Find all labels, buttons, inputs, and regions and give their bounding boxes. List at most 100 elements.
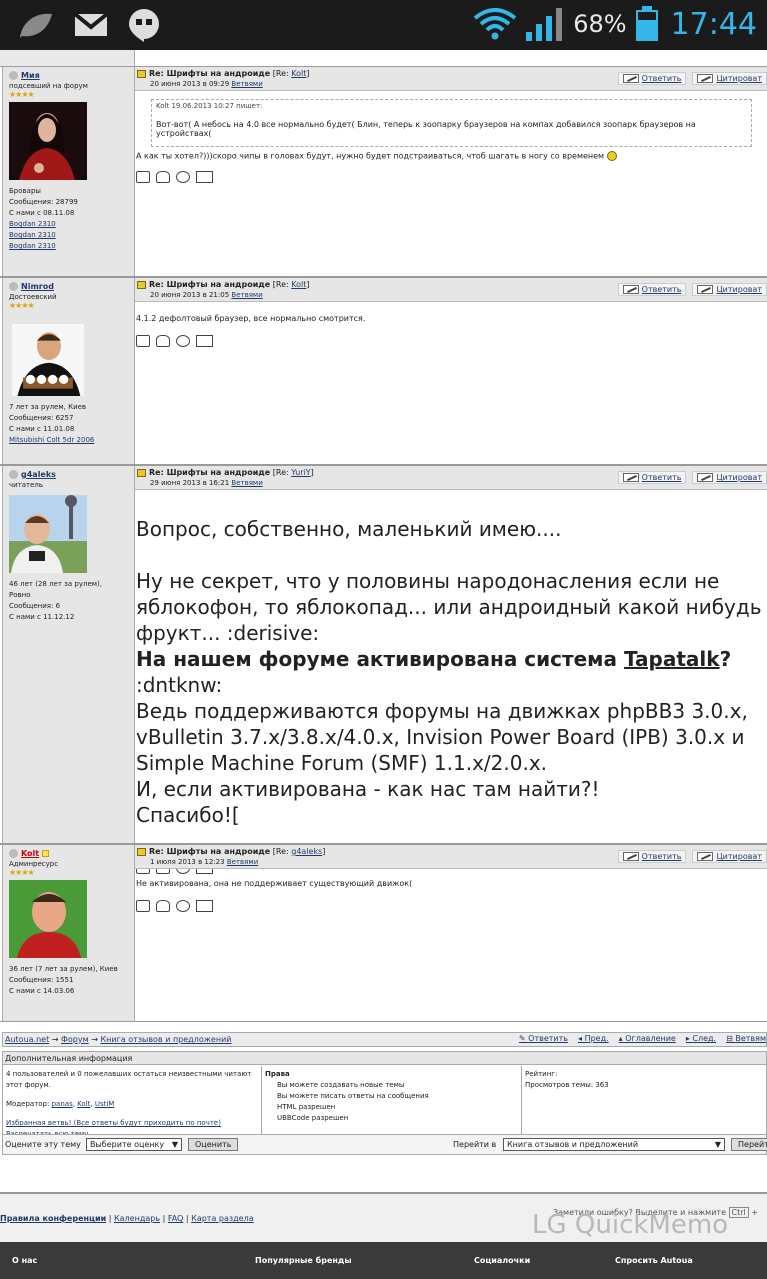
clock: 17:44 bbox=[670, 6, 757, 42]
calendar-link[interactable]: Календарь bbox=[114, 1214, 160, 1223]
post-title: Re: Шрифты на андроиде bbox=[149, 847, 271, 856]
moderator-link[interactable]: panas bbox=[52, 1100, 73, 1108]
hand-icon[interactable] bbox=[156, 171, 170, 183]
car-link[interactable]: Bogdan 2310 bbox=[9, 241, 128, 252]
additional-info: Дополнительная информация 4 пользователе… bbox=[2, 1051, 767, 1155]
footer-brands[interactable]: Популярные бренды bbox=[255, 1256, 352, 1265]
nav-toc-button[interactable]: ▴ Оглавление bbox=[619, 1034, 676, 1043]
reply-icon bbox=[622, 473, 639, 482]
author-meta: 46 лет (28 лет за рулем), Ровно Сообщени… bbox=[9, 580, 103, 621]
nav-prev-button[interactable]: ◂ Пред. bbox=[578, 1034, 609, 1043]
rating-select[interactable]: Выберите оценку ▼ bbox=[86, 1138, 182, 1151]
goto-button[interactable]: Перейт bbox=[731, 1138, 767, 1151]
hangouts-icon bbox=[129, 9, 159, 42]
post-author: g4aleks читатель 46 лет (28 лет за рулем… bbox=[2, 466, 135, 843]
faq-link[interactable]: FAQ bbox=[168, 1214, 184, 1223]
nav-branches-button[interactable]: ⊟ Ветвям bbox=[726, 1034, 766, 1043]
block-icon[interactable] bbox=[176, 900, 190, 912]
favorite-thread-link[interactable]: Избранная ветвь! (Все ответы будут прихо… bbox=[6, 1118, 258, 1129]
footer-ask[interactable]: Спросить Autoua bbox=[615, 1256, 693, 1265]
crumb-site[interactable]: Autoua.net bbox=[5, 1035, 49, 1044]
goto-select[interactable]: Книга отзывов и предложений ▼ bbox=[503, 1138, 725, 1151]
print-icon[interactable] bbox=[136, 171, 150, 183]
branches-link[interactable]: Ветвями bbox=[231, 479, 262, 487]
reply-to-link[interactable]: YuriY bbox=[291, 468, 310, 477]
book-icon bbox=[137, 468, 146, 477]
branches-link[interactable]: Ветвями bbox=[231, 291, 262, 299]
nav-next-button[interactable]: ▸ След. bbox=[686, 1034, 716, 1043]
author-name[interactable]: Nimrod bbox=[21, 282, 54, 291]
window-icon[interactable] bbox=[196, 171, 213, 183]
additional-title: Дополнительная информация bbox=[3, 1052, 766, 1065]
site-footer: О нас Популярные бренды Социалочки Спрос… bbox=[0, 1242, 767, 1279]
crumb-forum[interactable]: Форум bbox=[61, 1035, 89, 1044]
author-name[interactable]: Kolt bbox=[21, 849, 39, 858]
quote-button[interactable]: Цитироват bbox=[692, 471, 767, 484]
quote-icon bbox=[697, 74, 714, 83]
post-author: Kolt Админресурс ★★★★ 36 лет (7 лет за р… bbox=[2, 845, 135, 1021]
reply-button[interactable]: Ответить bbox=[617, 283, 687, 296]
post-1: Мия подсевший на форум ★★★★ Бровары Сооб… bbox=[0, 66, 767, 277]
tree-icon: ⊟ bbox=[726, 1034, 736, 1043]
car-link[interactable]: Mitsubishi Colt 5dr 2006 bbox=[9, 435, 128, 446]
moderator-link[interactable]: Kolt bbox=[77, 1100, 90, 1108]
rank-stars: ★★★★ bbox=[9, 868, 35, 877]
author-name[interactable]: Мия bbox=[21, 71, 40, 80]
post-date: 29 июня 2013 в 16:21 bbox=[150, 479, 230, 487]
book-icon bbox=[137, 847, 146, 856]
post-content: Re: Шрифты на андроиде [Re: Kolt] 20 июн… bbox=[135, 67, 767, 276]
branches-link[interactable]: Ветвями bbox=[231, 80, 262, 88]
post-text: 4.1.2 дефолтовый браузер, все нормально … bbox=[136, 314, 366, 323]
post-title: Re: Шрифты на андроиде bbox=[149, 468, 271, 477]
window-icon[interactable] bbox=[196, 900, 213, 912]
branches-link[interactable]: Ветвями bbox=[227, 858, 258, 866]
admin-icon bbox=[42, 850, 50, 857]
rights-column: Права Вы можете создавать новые темы Вы … bbox=[262, 1066, 522, 1134]
wifi-icon bbox=[473, 8, 517, 40]
author-meta: 7 лет за рулем, Киев Сообщения: 6257 С н… bbox=[9, 402, 128, 446]
smiley-icon bbox=[606, 151, 617, 161]
post-date: 1 июля 2013 в 12:23 bbox=[150, 858, 225, 866]
footer-about[interactable]: О нас bbox=[12, 1256, 37, 1265]
author-name[interactable]: g4aleks bbox=[21, 470, 56, 479]
sitemap-link[interactable]: Карта раздела bbox=[191, 1214, 253, 1223]
post-content: Re: Шрифты на андроиде [Re: YuriY] 29 ию… bbox=[135, 466, 767, 874]
print-icon[interactable] bbox=[136, 900, 150, 912]
rate-button[interactable]: Оценить bbox=[188, 1138, 239, 1151]
author-rank: Достоевский bbox=[9, 293, 57, 301]
quote-block: Kolt 19.06.2013 10:27 пишет: Вот-вот( А … bbox=[151, 99, 752, 147]
reply-to-link[interactable]: g4aleks bbox=[291, 847, 322, 856]
nav-reply-button[interactable]: ✎ Ответить bbox=[519, 1034, 568, 1043]
quote-button[interactable]: Цитироват bbox=[692, 72, 767, 85]
window-icon[interactable] bbox=[196, 335, 213, 347]
footer-social[interactable]: Социалочки bbox=[474, 1256, 530, 1265]
reply-icon bbox=[622, 852, 639, 861]
moderator-link[interactable]: UstiM bbox=[95, 1100, 115, 1108]
post-3: g4aleks читатель 46 лет (28 лет за рулем… bbox=[0, 465, 767, 874]
quote-button[interactable]: Цитироват bbox=[692, 283, 767, 296]
reply-to-link[interactable]: Kolt bbox=[291, 280, 306, 289]
block-icon[interactable] bbox=[176, 171, 190, 183]
author-meta: 36 лет (7 лет за рулем), Киев Сообщения:… bbox=[9, 965, 118, 995]
post-content: Re: Шрифты на андроиде [Re: g4aleks] 1 и… bbox=[135, 845, 767, 1021]
print-icon[interactable] bbox=[136, 335, 150, 347]
hand-icon[interactable] bbox=[156, 900, 170, 912]
reply-button[interactable]: Ответить bbox=[617, 471, 687, 484]
reply-button[interactable]: Ответить bbox=[617, 72, 687, 85]
block-icon[interactable] bbox=[176, 335, 190, 347]
rules-link[interactable]: Правила конференции bbox=[0, 1214, 106, 1223]
tapatalk-link[interactable]: Tapatalk bbox=[624, 647, 720, 671]
post-text: Не активирована, она не поддерживает сущ… bbox=[136, 879, 413, 888]
quote-icon bbox=[697, 285, 714, 294]
car-link[interactable]: Bogdan 2310 bbox=[9, 219, 128, 230]
car-link[interactable]: Bogdan 2310 bbox=[9, 230, 128, 241]
rank-stars: ★★★★ bbox=[9, 90, 35, 99]
crumb-board[interactable]: Книга отзывов и предложений bbox=[100, 1035, 231, 1044]
hand-icon[interactable] bbox=[156, 335, 170, 347]
quote-button[interactable]: Цитироват bbox=[692, 850, 767, 863]
reply-button[interactable]: Ответить bbox=[617, 850, 687, 863]
post-title: Re: Шрифты на андроиде bbox=[149, 280, 271, 289]
author-rank: подсевший на форум bbox=[9, 82, 88, 90]
post-text: Ну не секрет, что у половины народонасле… bbox=[136, 569, 762, 645]
reply-to-link[interactable]: Kolt bbox=[291, 69, 306, 78]
